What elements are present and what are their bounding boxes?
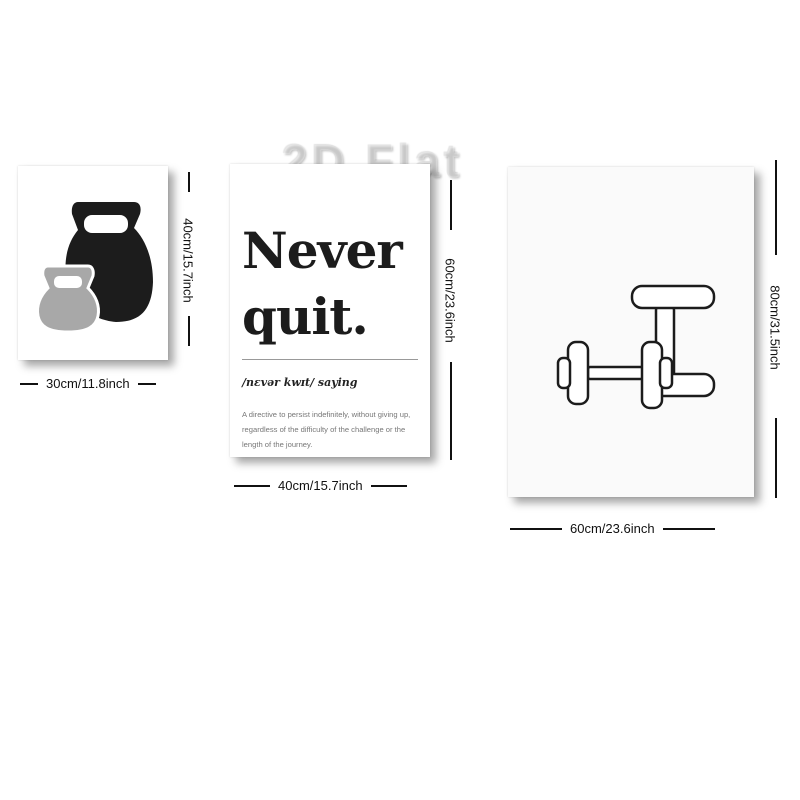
height-label-40cm: 40cm/15.7inch — [180, 218, 196, 303]
headline-never: Never — [242, 221, 403, 280]
width-dimension-30cm: 30cm/11.8inch — [20, 376, 156, 391]
small-kettlebell — [36, 264, 100, 334]
width-label: 30cm/11.8inch — [46, 376, 130, 391]
divider — [242, 359, 418, 360]
height-line-bottom — [188, 316, 190, 346]
height-label-80cm: 80cm/31.5inch — [767, 285, 783, 370]
poster-never-quit[interactable]: Never quit. /nɛvər kwɪt/ saying A direct… — [230, 164, 430, 457]
height-line-top — [450, 180, 452, 230]
left-collar — [556, 356, 572, 390]
width-label: 40cm/15.7inch — [278, 478, 363, 493]
width-label: 60cm/23.6inch — [570, 521, 655, 536]
definition-text: A directive to persist indefinitely, wit… — [242, 410, 411, 449]
horizontal-bar — [586, 365, 648, 381]
height-line-bottom — [450, 362, 452, 460]
poster-kettlebell[interactable] — [18, 166, 168, 360]
width-dimension-40cm: 40cm/15.7inch — [234, 478, 407, 493]
top-plate — [630, 284, 716, 310]
poster-dumbbell[interactable] — [508, 167, 754, 497]
height-label-60cm: 60cm/23.6inch — [442, 258, 458, 343]
height-line-top — [188, 172, 190, 192]
width-dimension-60cm: 60cm/23.6inch — [510, 521, 715, 536]
kettlebell-icon — [36, 202, 153, 334]
height-line-bottom — [775, 418, 777, 498]
right-collar — [658, 356, 674, 390]
pronunciation: /nɛvər kwɪt/ saying — [242, 376, 358, 389]
headline-quit: quit. — [242, 287, 369, 346]
height-line-top — [775, 160, 777, 255]
dumbbell-icon — [556, 284, 716, 410]
